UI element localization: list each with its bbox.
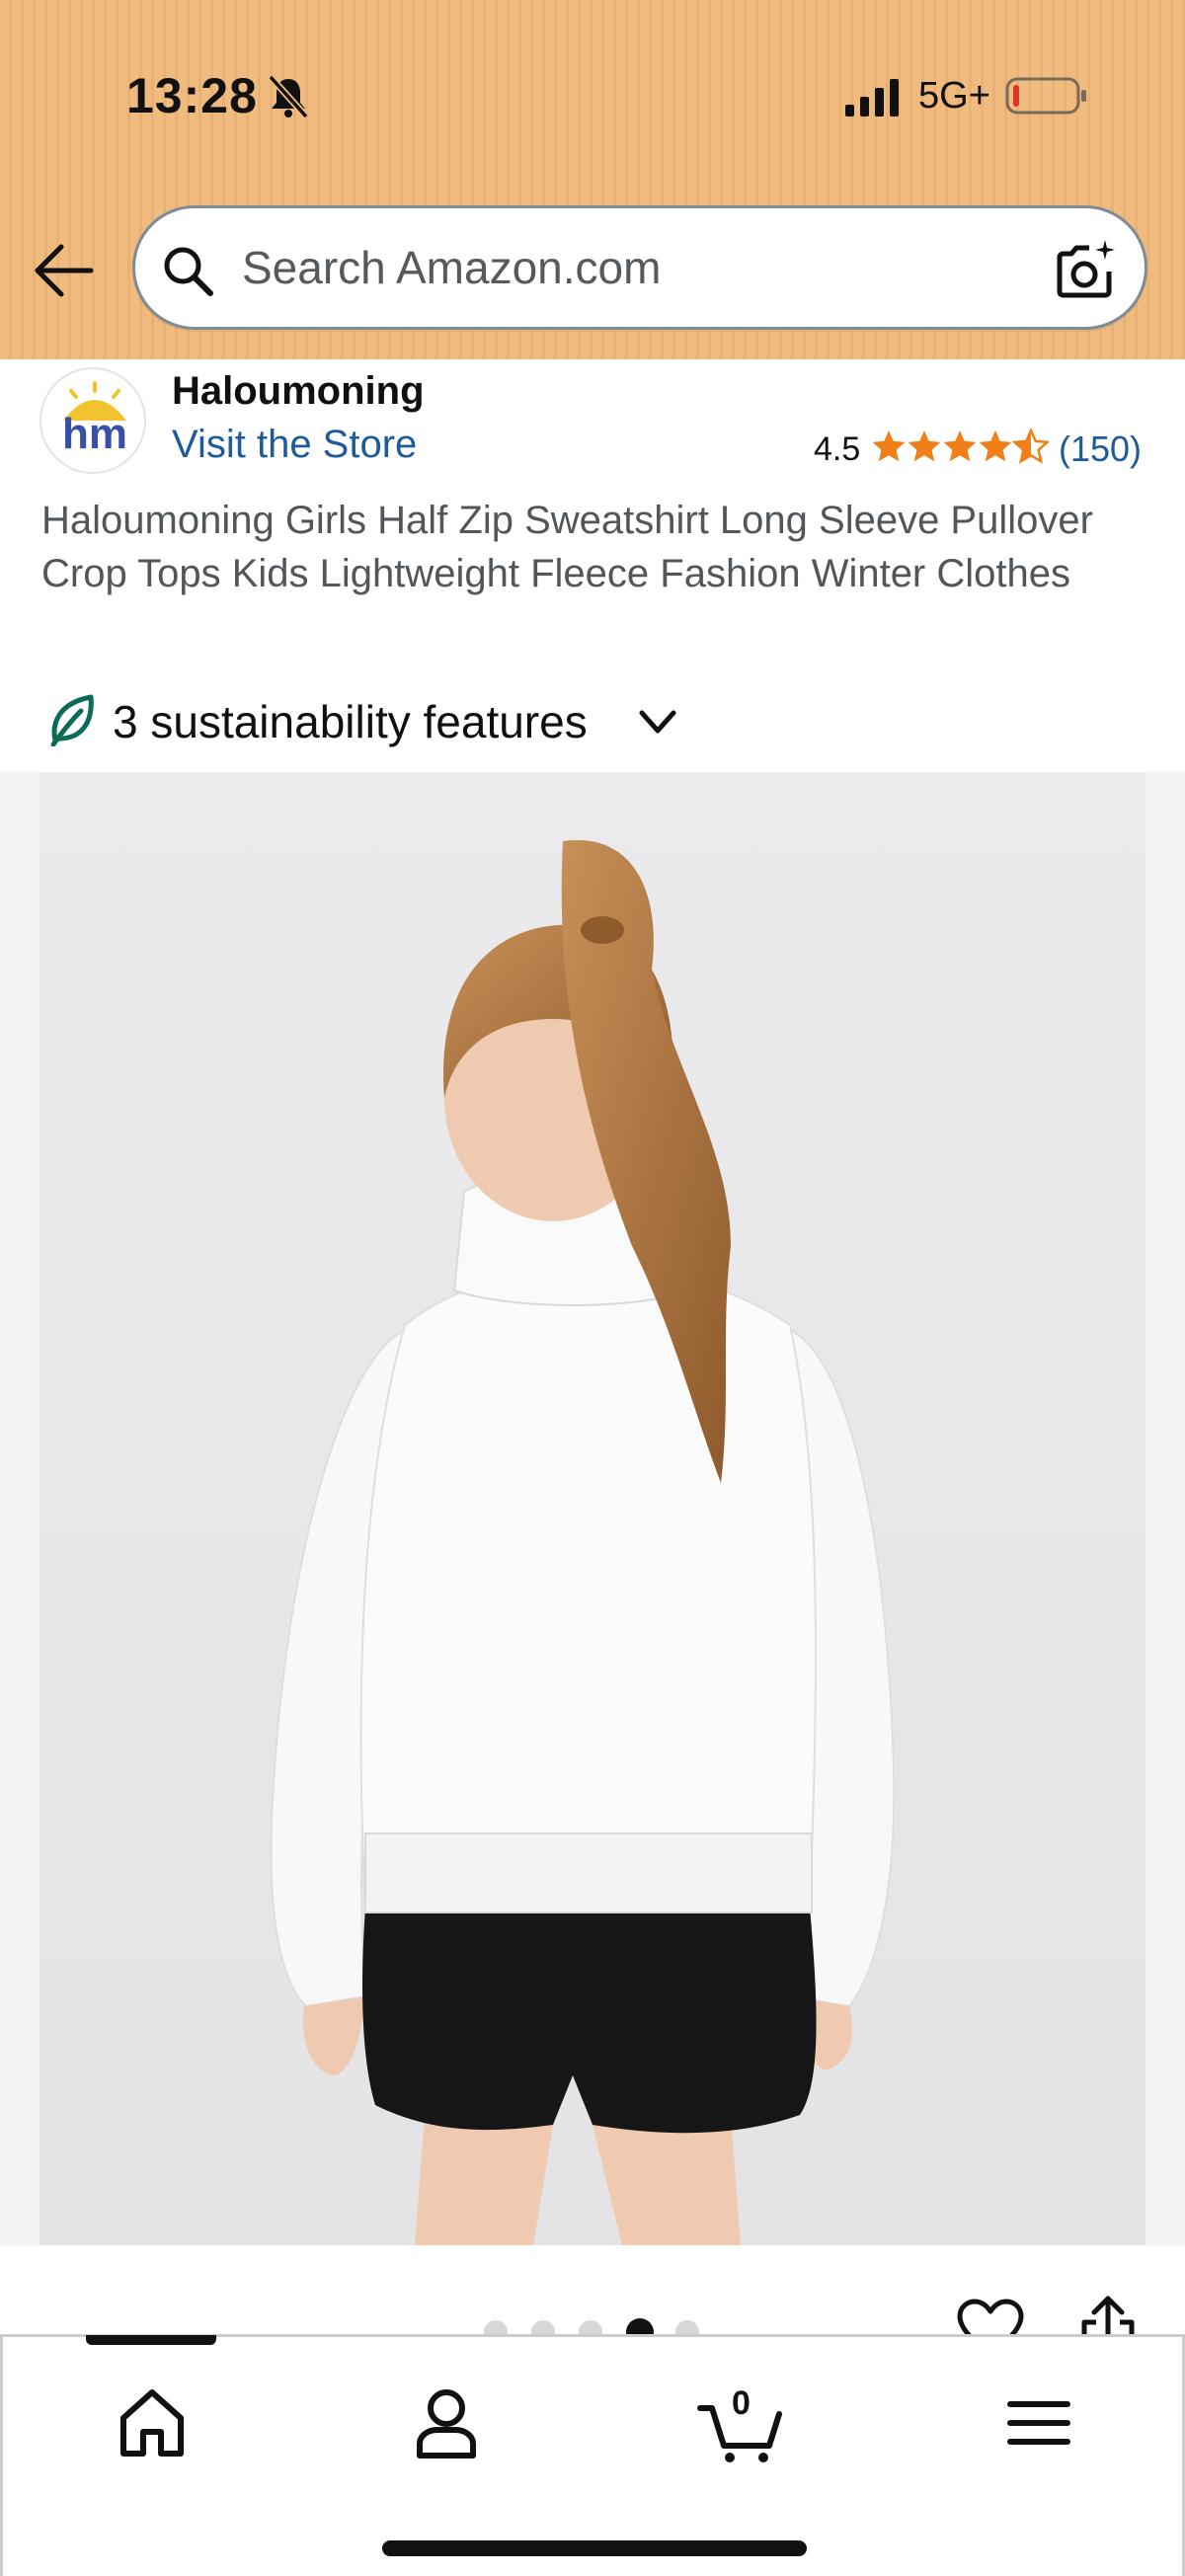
cart-count-badge: 0: [732, 2384, 750, 2422]
product-title: Haloumoning Girls Half Zip Sweatshirt Lo…: [41, 499, 1093, 595]
status-time: 13:28: [126, 68, 258, 123]
battery-low-icon: [1005, 77, 1086, 115]
home-indicator-bar[interactable]: [382, 2540, 807, 2556]
nav-account[interactable]: [402, 2379, 491, 2467]
product-image[interactable]: [40, 772, 1146, 2245]
network-label: 5G+: [918, 75, 990, 117]
search-input[interactable]: [242, 228, 1032, 307]
bell-muted-icon: [268, 74, 309, 119]
sustainability-features-toggle[interactable]: 3 sustainability features: [41, 687, 693, 758]
camera-search-icon[interactable]: [1052, 238, 1119, 301]
back-arrow-icon[interactable]: [32, 241, 97, 300]
star-rating[interactable]: [871, 427, 1049, 466]
chevron-down-icon: [639, 710, 676, 734]
bottom-navigation: 0: [0, 2334, 1185, 2576]
star-full-icon: [943, 430, 977, 462]
nav-cart[interactable]: 0: [696, 2379, 785, 2467]
rating-value: 4.5: [814, 430, 861, 468]
svg-text:hm: hm: [62, 410, 127, 458]
leaf-icon: [50, 694, 94, 746]
star-full-icon: [908, 430, 941, 462]
star-full-icon: [872, 430, 906, 462]
signal-icon: [845, 79, 899, 117]
visit-store-link[interactable]: Visit the Store: [172, 423, 417, 467]
star-half-icon: [1013, 429, 1049, 463]
product-photo-girl-back-view: [40, 772, 1146, 2245]
brand-name: Haloumoning: [172, 369, 425, 413]
product-gallery: [0, 772, 1185, 2245]
review-count-link[interactable]: (150): [1059, 429, 1142, 470]
sustainability-label: 3 sustainability features: [113, 696, 588, 747]
nav-menu[interactable]: [994, 2379, 1083, 2467]
search-icon: [164, 247, 213, 296]
search-bar[interactable]: [132, 205, 1147, 330]
star-full-icon: [979, 430, 1012, 462]
account-icon: [417, 2389, 476, 2459]
app-header: 13:28 5G+: [0, 0, 1185, 359]
home-icon: [120, 2389, 184, 2457]
active-tab-indicator: [86, 2335, 216, 2345]
nav-home[interactable]: [108, 2379, 197, 2467]
hamburger-menu-icon: [1007, 2401, 1070, 2445]
brand-logo[interactable]: hm: [40, 367, 146, 474]
brand-logo-graphic: hm: [62, 381, 127, 458]
